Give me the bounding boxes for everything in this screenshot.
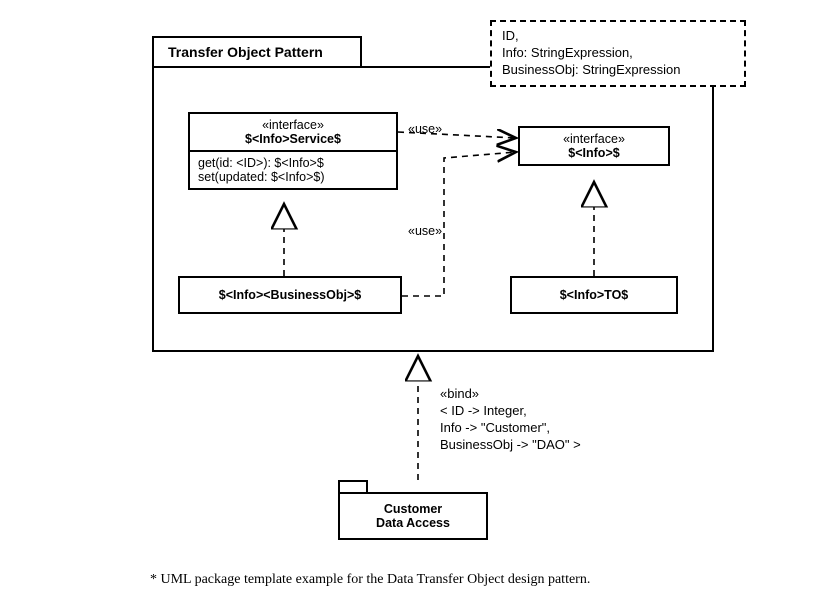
service-name: $<Info>Service$: [198, 132, 388, 146]
param-id: ID,: [502, 28, 734, 45]
info-name: $<Info>$: [528, 146, 660, 160]
business-obj-name: $<Info><BusinessObj>$: [219, 288, 361, 302]
template-parameters-box: ID, Info: StringExpression, BusinessObj:…: [490, 20, 746, 87]
bind-line2: Info -> "Customer",: [440, 420, 581, 437]
business-obj-class: $<Info><BusinessObj>$: [178, 276, 402, 314]
service-stereotype: «interface»: [198, 118, 388, 132]
service-op-set: set(updated: $<Info>$): [198, 170, 388, 184]
info-to-class: $<Info>TO$: [510, 276, 678, 314]
package-title-tab: Transfer Object Pattern: [152, 36, 362, 68]
bind-stereotype: «bind»: [440, 386, 581, 403]
package-title-label: Transfer Object Pattern: [168, 44, 323, 60]
info-service-interface: «interface» $<Info>Service$ get(id: <ID>…: [188, 112, 398, 190]
customer-line1: Customer: [346, 502, 480, 516]
figure-caption: * UML package template example for the D…: [150, 572, 590, 588]
bind-line1: < ID -> Integer,: [440, 403, 581, 420]
bind-label-block: «bind» < ID -> Integer, Info -> "Custome…: [440, 386, 581, 454]
use-label-1: «use»: [406, 122, 444, 136]
info-stereotype: «interface»: [528, 132, 660, 146]
service-op-get: get(id: <ID>): $<Info>$: [198, 156, 388, 170]
param-businessobj: BusinessObj: StringExpression: [502, 62, 734, 79]
use-label-2: «use»: [406, 224, 444, 238]
bind-line3: BusinessObj -> "DAO" >: [440, 437, 581, 454]
customer-line2: Data Access: [346, 516, 480, 530]
info-interface: «interface» $<Info>$: [518, 126, 670, 166]
param-info: Info: StringExpression,: [502, 45, 734, 62]
customer-package: Customer Data Access: [338, 492, 488, 540]
info-to-name: $<Info>TO$: [560, 288, 629, 302]
